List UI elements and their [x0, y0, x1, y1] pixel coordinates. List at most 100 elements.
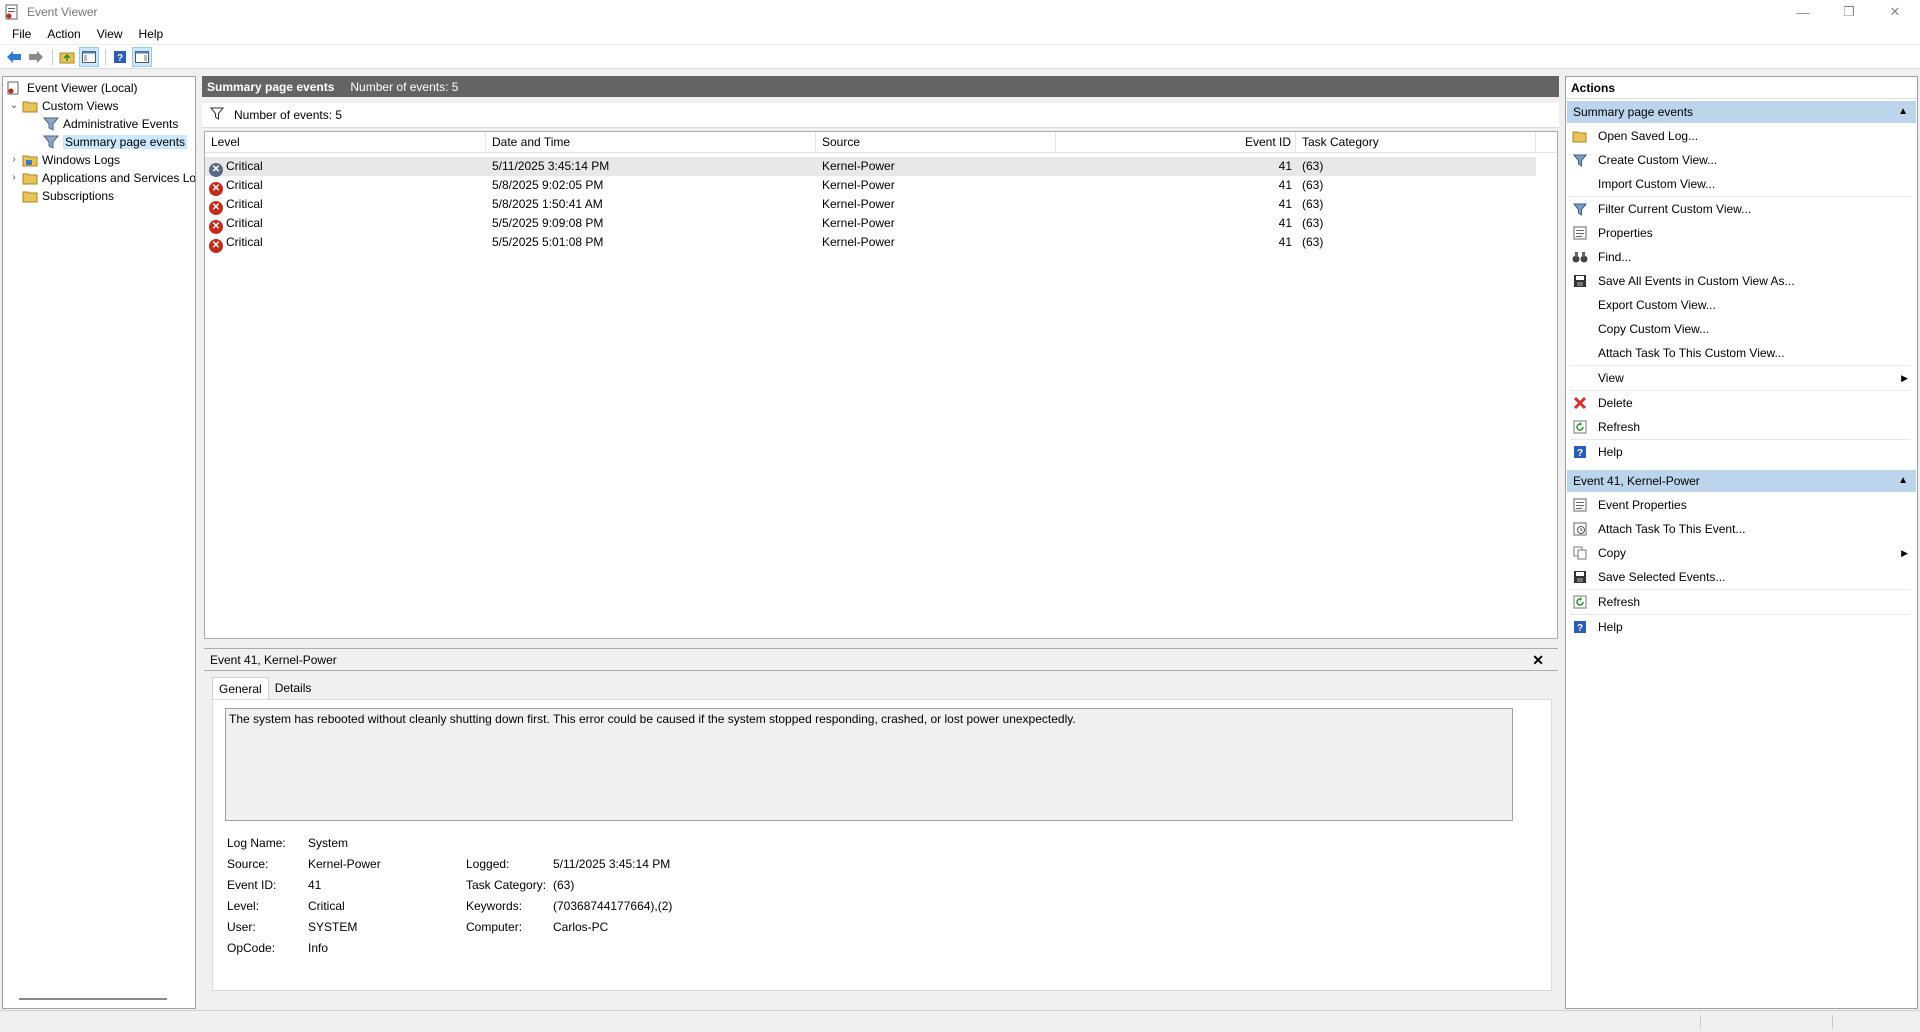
title-bar: Event Viewer — ❐ ✕	[0, 0, 1920, 24]
action-properties[interactable]: Properties	[1566, 222, 1916, 244]
action-attach-task-event[interactable]: Attach Task To This Event...	[1566, 518, 1916, 540]
actions-section-event-41[interactable]: Event 41, Kernel-Power ▲	[1567, 470, 1916, 492]
collapse-icon[interactable]: ▲	[1898, 101, 1908, 123]
chevron-right-icon[interactable]: ›	[9, 154, 19, 165]
action-separator	[1570, 439, 1910, 440]
actions-title: Actions	[1566, 77, 1917, 99]
table-row[interactable]: ✕ Critical 5/5/2025 5:01:08 PM Kernel-Pow…	[205, 233, 1536, 253]
tree-item-summary-page-events[interactable]: Summary page events	[42, 133, 188, 150]
table-row[interactable]: ✕ Critical 5/11/2025 3:45:14 PM Kernel-Po…	[205, 157, 1536, 177]
close-button[interactable]: ✕	[1872, 0, 1918, 24]
datetime-cell: 5/11/2025 3:45:14 PM	[492, 159, 610, 173]
blank-icon	[1572, 370, 1588, 386]
tree-item-event-viewer-local[interactable]: Event Viewer (Local)	[7, 79, 138, 96]
action-save-all-events[interactable]: Save All Events in Custom View As...	[1566, 270, 1916, 292]
action-help-event[interactable]: ? Help	[1566, 616, 1916, 638]
subscriptions-icon	[22, 189, 38, 203]
action-label: Attach Task To This Custom View...	[1598, 346, 1785, 360]
datetime-cell: 5/5/2025 9:09:08 PM	[492, 216, 604, 230]
filter-icon	[1572, 201, 1588, 217]
refresh-icon	[1572, 419, 1588, 435]
menu-action[interactable]: Action	[39, 27, 88, 41]
svg-text:?: ?	[117, 53, 123, 64]
keywords-label: Keywords:	[466, 899, 523, 913]
action-refresh-event[interactable]: Refresh	[1566, 591, 1916, 613]
table-row[interactable]: ✕ Critical 5/5/2025 9:09:08 PM Kernel-Pow…	[205, 214, 1536, 234]
opcode-label: OpCode:	[227, 941, 276, 955]
tree-item-subscriptions[interactable]: Subscriptions	[22, 187, 114, 204]
table-row[interactable]: ✕ Critical 5/8/2025 1:50:41 AM Kernel-Pow…	[205, 195, 1536, 215]
status-separator	[1700, 1015, 1701, 1029]
user-label: User:	[227, 920, 256, 934]
menu-view[interactable]: View	[89, 27, 131, 41]
level-cell: ✕ Critical	[209, 195, 263, 215]
tree-label: Subscriptions	[42, 188, 115, 203]
action-event-properties[interactable]: Event Properties	[1566, 494, 1916, 516]
collapse-icon[interactable]: ▲	[1898, 470, 1908, 492]
computer-value: Carlos-PC	[553, 920, 609, 934]
action-open-saved-log[interactable]: Open Saved Log...	[1566, 125, 1916, 147]
action-delete[interactable]: Delete	[1566, 392, 1916, 414]
level-text: Critical	[226, 197, 263, 211]
tab-general[interactable]: General	[212, 677, 269, 699]
show-hide-tree-icon[interactable]	[79, 46, 99, 67]
column-header-task-category[interactable]: Task Category	[1296, 132, 1536, 153]
tree-item-custom-views[interactable]: ⌄ Custom Views	[9, 97, 119, 114]
log-name-label: Log Name:	[227, 836, 286, 850]
column-header-level[interactable]: Level	[205, 132, 486, 153]
tree-item-windows-logs[interactable]: › Windows Logs	[9, 151, 120, 168]
action-view-submenu[interactable]: View ▶	[1566, 367, 1916, 389]
action-create-custom-view[interactable]: Create Custom View...	[1566, 149, 1916, 171]
folder-up-icon[interactable]	[57, 47, 77, 67]
action-export-custom-view[interactable]: Export Custom View...	[1566, 294, 1916, 316]
console-tree: Event Viewer (Local) ⌄ Custom Views Admi…	[2, 76, 196, 1009]
restore-button[interactable]: ❐	[1826, 0, 1872, 24]
menu-help[interactable]: Help	[131, 27, 172, 41]
action-help[interactable]: ? Help	[1566, 441, 1916, 463]
action-import-custom-view[interactable]: Import Custom View...	[1566, 173, 1916, 195]
forward-arrow-icon[interactable]	[26, 47, 46, 67]
action-separator	[1570, 196, 1910, 197]
center-pane-header: Summary page events Number of events: 5	[202, 76, 1559, 97]
action-refresh[interactable]: Refresh	[1566, 416, 1916, 438]
tab-details[interactable]: Details	[269, 677, 318, 699]
open-folder-icon	[1572, 128, 1588, 144]
close-icon[interactable]: ✕	[1532, 652, 1544, 669]
action-copy-submenu[interactable]: Copy ▶	[1566, 542, 1916, 564]
minimize-button[interactable]: —	[1780, 0, 1826, 24]
event-id-label: Event ID:	[227, 878, 277, 892]
source-value: Kernel-Power	[308, 857, 381, 871]
action-attach-task-custom-view[interactable]: Attach Task To This Custom View...	[1566, 342, 1916, 364]
copy-icon	[1572, 545, 1588, 561]
task-category-cell: (63)	[1302, 235, 1324, 249]
event-id-cell: 41	[1278, 197, 1292, 211]
show-hide-action-pane-icon[interactable]	[132, 46, 152, 67]
chevron-down-icon[interactable]: ⌄	[9, 100, 19, 111]
column-header-event-id[interactable]: Event ID	[1056, 132, 1296, 153]
filter-text: Number of events: 5	[234, 108, 343, 122]
column-header-source[interactable]: Source	[816, 132, 1056, 153]
level-text: Critical	[226, 216, 263, 230]
action-label: Open Saved Log...	[1598, 129, 1699, 143]
back-arrow-icon[interactable]	[4, 47, 24, 67]
actions-pane: Actions Summary page events ▲ Open Saved…	[1565, 76, 1918, 1009]
action-find[interactable]: Find...	[1566, 246, 1916, 268]
action-filter-current-custom-view[interactable]: Filter Current Custom View...	[1566, 198, 1916, 220]
event-message[interactable]: The system has rebooted without cleanly …	[225, 708, 1513, 821]
action-save-selected-events[interactable]: Save Selected Events...	[1566, 566, 1916, 588]
events-table: Level Date and Time Source Event ID Task…	[204, 131, 1558, 639]
actions-section-summary-page-events[interactable]: Summary page events ▲	[1567, 101, 1916, 123]
tree-item-applications-services-logs[interactable]: › Applications and Services Lo	[9, 169, 195, 186]
submenu-arrow-icon: ▶	[1901, 372, 1908, 383]
table-row[interactable]: ✕ Critical 5/8/2025 9:02:05 PM Kernel-Pow…	[205, 176, 1536, 196]
action-separator	[1570, 589, 1910, 590]
action-copy-custom-view[interactable]: Copy Custom View...	[1566, 318, 1916, 340]
column-header-date-time[interactable]: Date and Time	[486, 132, 816, 153]
chevron-right-icon[interactable]: ›	[9, 172, 19, 183]
menu-file[interactable]: File	[4, 27, 39, 41]
section-title: Event 41, Kernel-Power	[1573, 474, 1700, 488]
logged-value: 5/11/2025 3:45:14 PM	[553, 857, 671, 871]
help-icon[interactable]: ?	[110, 47, 130, 67]
horizontal-scrollbar[interactable]	[19, 998, 167, 1000]
tree-item-administrative-events[interactable]: Administrative Events	[42, 115, 178, 132]
